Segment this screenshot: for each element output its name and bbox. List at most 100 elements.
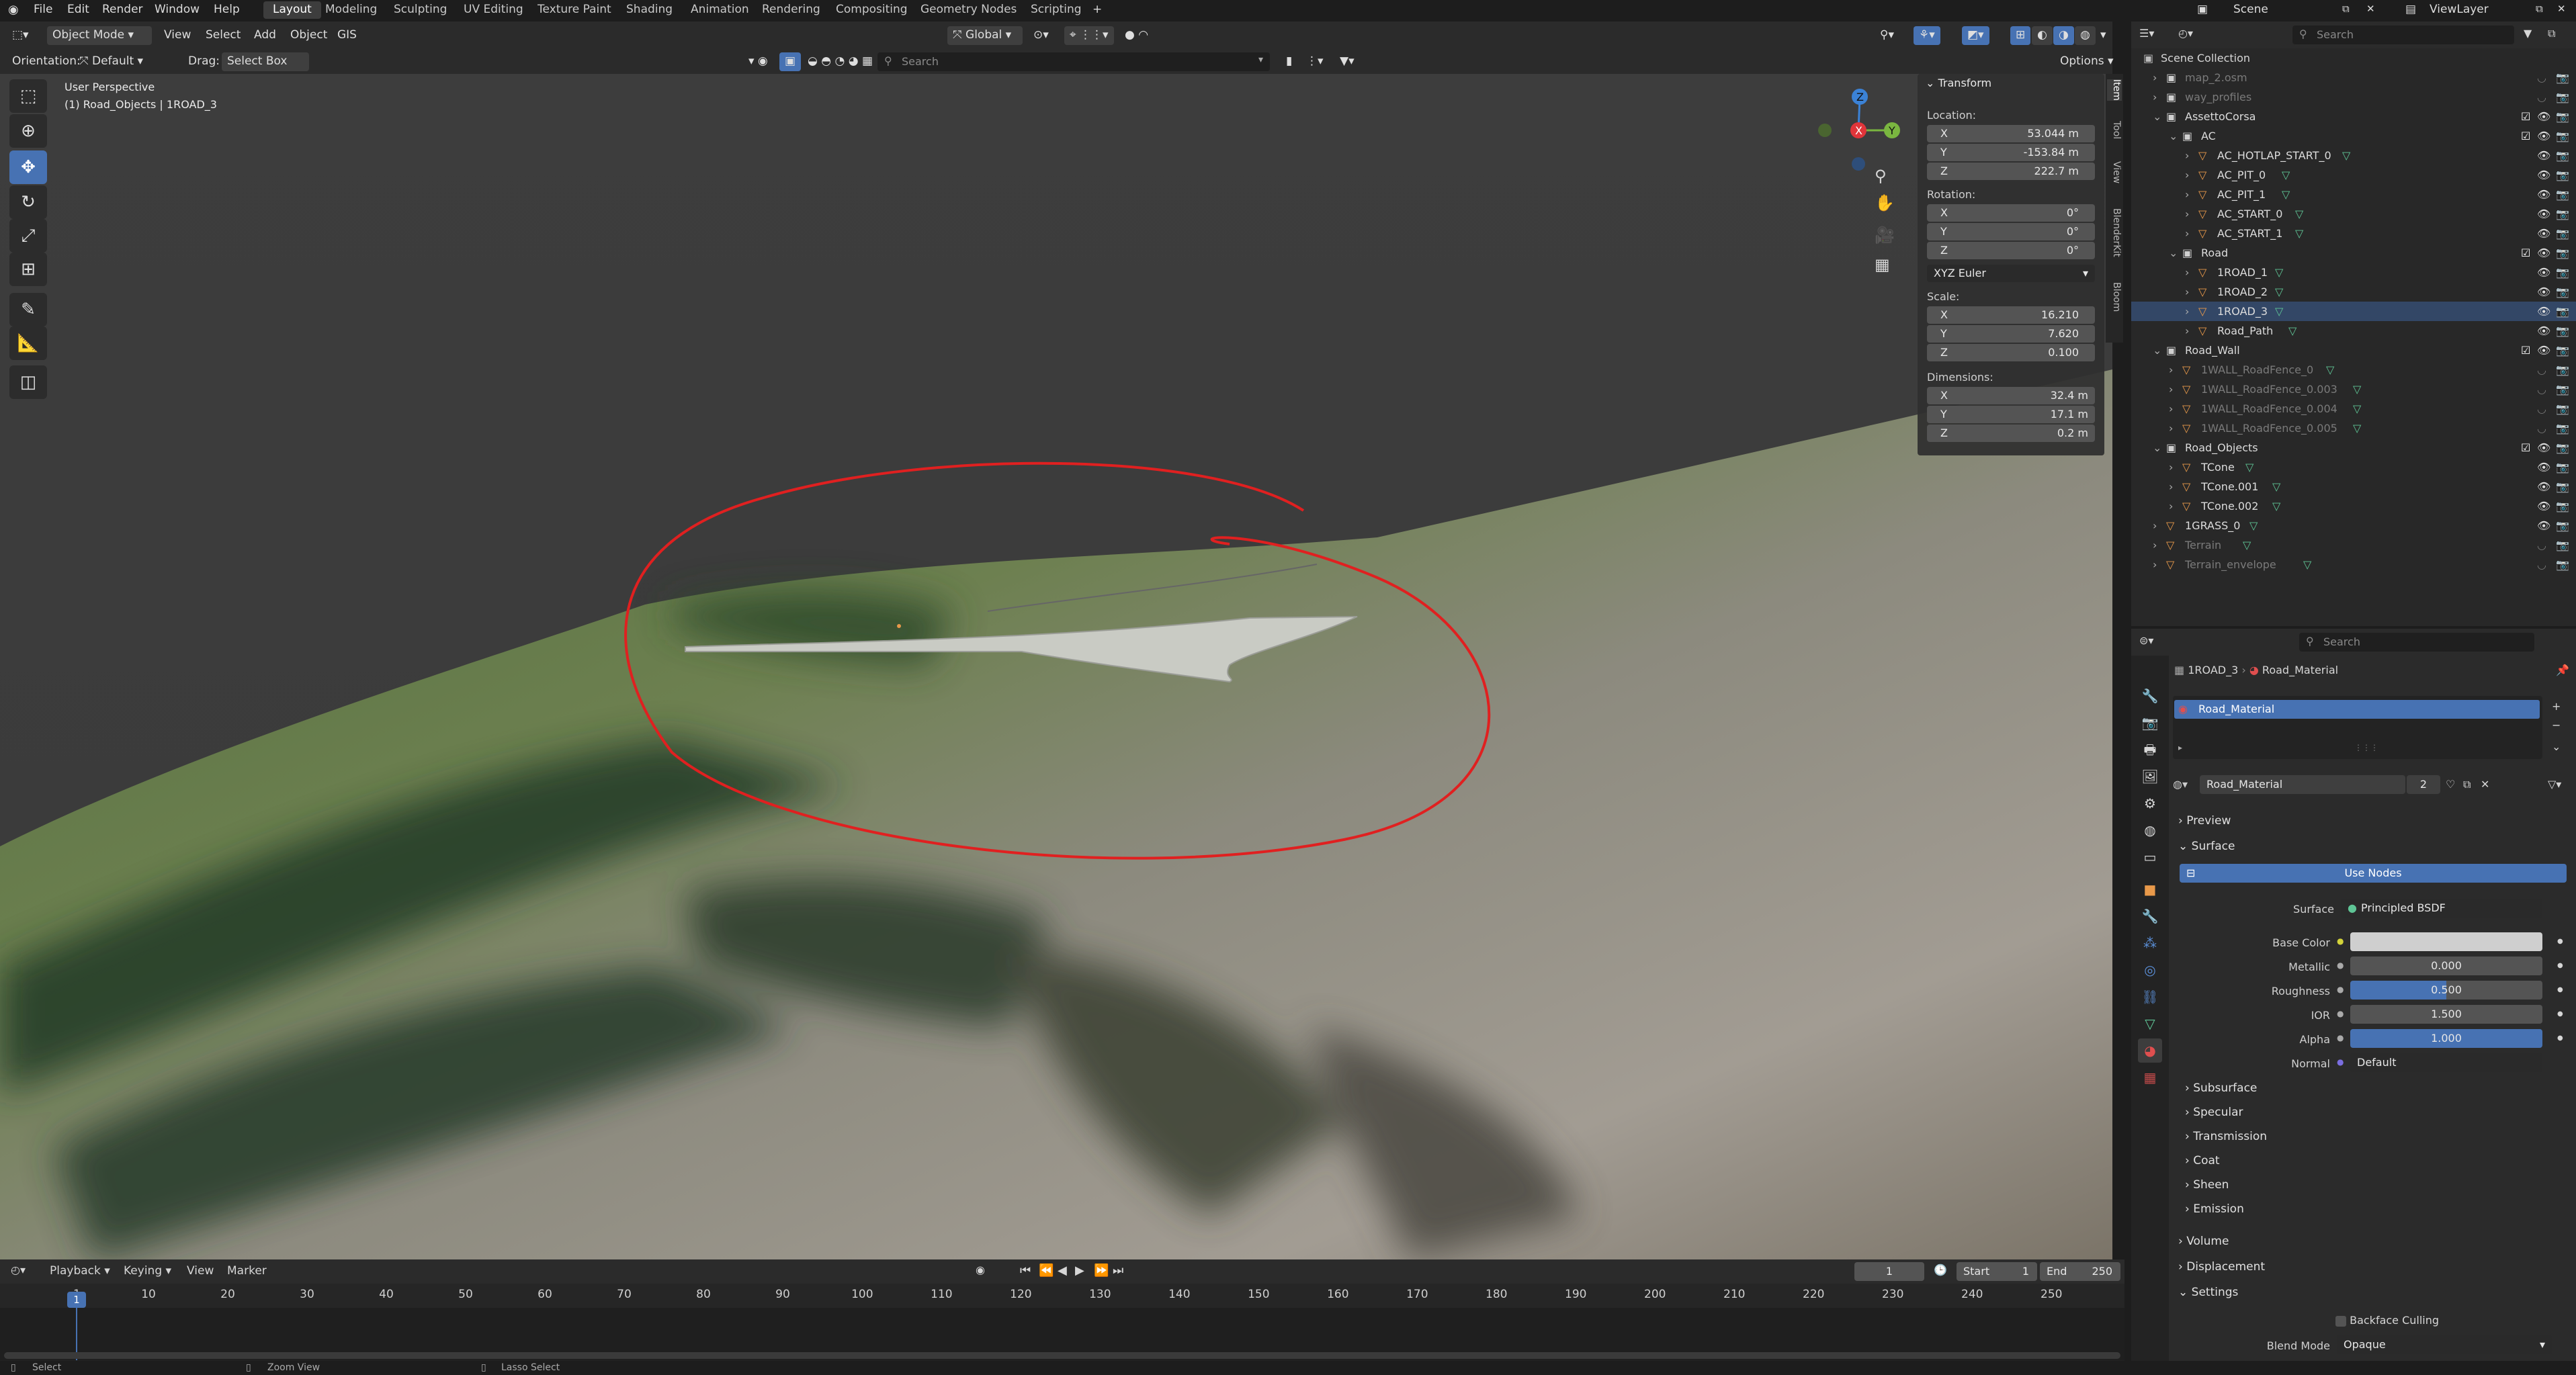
- render-visibility-icon[interactable]: 📷: [2556, 130, 2569, 142]
- outliner-row[interactable]: › ▽ 1ROAD_2 ▽ 👁 📷: [2131, 282, 2576, 302]
- properties-editor-type-icon[interactable]: ⊜▾: [2139, 634, 2153, 647]
- outliner-editor-type-icon[interactable]: ☰▾: [2139, 27, 2154, 40]
- render-visibility-icon[interactable]: 📷: [2556, 558, 2569, 571]
- outliner-row[interactable]: › ▣ map_2.osm ◡ 📷: [2131, 68, 2576, 87]
- workspace-tab-animation[interactable]: Animation: [681, 1, 759, 19]
- expand-toggle-icon[interactable]: ›: [2169, 422, 2173, 435]
- mesh-data-icon[interactable]: ▽: [2303, 558, 2311, 571]
- visibility-eye-icon[interactable]: ◡: [2537, 383, 2546, 396]
- world-properties-tab-icon[interactable]: ◍: [2138, 818, 2162, 842]
- visibility-eye-icon[interactable]: 👁: [2537, 110, 2550, 123]
- filter-object-types-icon[interactable]: ◒ ◓ ◔ ◕ ▦: [802, 52, 878, 71]
- render-visibility-icon[interactable]: 📷: [2556, 344, 2569, 357]
- expand-toggle-icon[interactable]: ›: [2169, 383, 2173, 396]
- snapping-icon[interactable]: ⌖ ⋮⋮▾: [1064, 26, 1114, 45]
- render-visibility-icon[interactable]: 📷: [2556, 208, 2569, 220]
- visibility-eye-icon[interactable]: 👁: [2537, 266, 2550, 279]
- menu-window[interactable]: Window: [155, 3, 200, 16]
- exclude-checkbox-icon[interactable]: ☑: [2521, 130, 2530, 142]
- new-scene-icon[interactable]: ⧉: [2342, 3, 2350, 15]
- mesh-data-icon[interactable]: ▽: [2295, 227, 2303, 240]
- drag-dropdown[interactable]: Select Box: [222, 52, 309, 71]
- expand-toggle-icon[interactable]: ›: [2185, 208, 2189, 220]
- editor-type-icon[interactable]: ⬚▾: [7, 26, 34, 45]
- outliner-row[interactable]: ⌄ ▣ AC ☑ 👁 📷: [2131, 126, 2576, 146]
- outliner-row[interactable]: › ▽ 1WALL_RoadFence_0.003 ▽ ◡ 📷: [2131, 380, 2576, 399]
- sidebar-tab-blenderkit[interactable]: BlenderKit: [2107, 208, 2122, 257]
- exclude-checkbox-icon[interactable]: ☑: [2521, 344, 2530, 357]
- link-mode-icon[interactable]: ▽▾: [2548, 778, 2561, 791]
- material-name-field[interactable]: Road_Material: [2200, 775, 2405, 794]
- workspace-tab-scripting[interactable]: Scripting: [1021, 1, 1091, 19]
- scale-tool-icon[interactable]: ⤢: [9, 219, 47, 253]
- exclude-checkbox-icon[interactable]: ☑: [2521, 247, 2530, 259]
- rotation-z-field[interactable]: Z 0°: [1927, 242, 2095, 259]
- display-mode-icon[interactable]: ◴▾: [2178, 27, 2193, 40]
- render-visibility-icon[interactable]: 📷: [2556, 461, 2569, 474]
- header-menu-object[interactable]: Object: [285, 26, 333, 45]
- keyframe-dot-icon[interactable]: ●: [2557, 938, 2563, 945]
- visibility-eye-icon[interactable]: ◡: [2537, 363, 2546, 376]
- visibility-eye-icon[interactable]: 👁: [2537, 227, 2550, 240]
- visibility-eye-icon[interactable]: 👁: [2537, 285, 2550, 298]
- scene-name[interactable]: Scene: [2233, 3, 2268, 16]
- outliner-row[interactable]: › ▣ way_profiles ◡ 📷: [2131, 87, 2576, 107]
- jump-to-end-icon[interactable]: ⏭: [1113, 1263, 1123, 1278]
- constraint-properties-tab-icon[interactable]: ⛓: [2138, 985, 2162, 1009]
- workspace-tab-layout[interactable]: Layout: [263, 1, 321, 19]
- unlink-material-icon[interactable]: ✕: [2481, 778, 2489, 791]
- header-menu-add[interactable]: Add: [249, 26, 282, 45]
- visibility-eye-icon[interactable]: ◡: [2537, 71, 2546, 84]
- current-frame-field[interactable]: 1: [1854, 1262, 1924, 1281]
- frame-ruler[interactable]: 1102030405060708090100110120130140150160…: [0, 1284, 2124, 1308]
- preview-range-icon[interactable]: 🕒: [1934, 1263, 1947, 1276]
- outliner-row[interactable]: › ▽ AC_PIT_1 ▽ 👁 📷: [2131, 185, 2576, 204]
- mesh-data-icon[interactable]: ▽: [2342, 149, 2350, 162]
- render-visibility-icon[interactable]: 📷: [2556, 324, 2569, 337]
- move-tool-icon[interactable]: ✥: [9, 150, 47, 184]
- solid-shading-icon[interactable]: ◐: [2032, 26, 2053, 45]
- outliner-row[interactable]: › ▽ 1ROAD_3 ▽ 👁 📷: [2131, 302, 2576, 321]
- expand-toggle-icon[interactable]: ›: [2169, 480, 2173, 493]
- expand-toggle-icon[interactable]: ›: [2185, 266, 2189, 279]
- outliner-row[interactable]: › ▽ AC_START_1 ▽ 👁 📷: [2131, 224, 2576, 243]
- output-properties-tab-icon[interactable]: 🖶: [2138, 738, 2162, 762]
- render-visibility-icon[interactable]: 📷: [2556, 91, 2569, 103]
- sidebar-tab-bloom[interactable]: Bloom: [2107, 282, 2122, 312]
- outliner-row[interactable]: › ▽ 1ROAD_1 ▽ 👁 📷: [2131, 263, 2576, 282]
- outliner-row[interactable]: › ▽ Terrain ▽ ◡ 📷: [2131, 535, 2576, 555]
- bookmark-icon[interactable]: ▮: [1281, 52, 1297, 71]
- subsection-subsurface[interactable]: › Subsurface: [2185, 1081, 2257, 1095]
- orientation-dropdown[interactable]: ⤧ Default ▾: [74, 52, 148, 71]
- mesh-data-icon[interactable]: ▽: [2272, 480, 2280, 493]
- physics-properties-tab-icon[interactable]: ◎: [2138, 958, 2162, 982]
- metallic-slider[interactable]: 0.000: [2350, 957, 2542, 975]
- new-view-layer-icon[interactable]: ⧉: [2536, 3, 2543, 15]
- play-icon[interactable]: ▶: [1075, 1263, 1084, 1278]
- material-slot-item[interactable]: ◉ Road_Material: [2174, 700, 2540, 719]
- timeline-scrollbar[interactable]: [4, 1352, 2120, 1359]
- timeline-menu-playback[interactable]: Playback ▾: [50, 1264, 110, 1278]
- expand-toggle-icon[interactable]: ⌄: [2153, 441, 2161, 454]
- mode-dropdown[interactable]: Object Mode ▾: [47, 26, 152, 45]
- mesh-data-icon[interactable]: ▽: [2288, 324, 2296, 337]
- duplicate-material-icon[interactable]: ⧉: [2463, 778, 2471, 791]
- subsection-specular[interactable]: › Specular: [2185, 1106, 2243, 1119]
- modifier-properties-tab-icon[interactable]: 🔧: [2138, 904, 2162, 928]
- timeline-menu-keying[interactable]: Keying ▾: [124, 1264, 171, 1278]
- overlays-toggle-icon[interactable]: ⚘▾: [1914, 26, 1940, 45]
- mesh-data-icon[interactable]: ▽: [2295, 208, 2303, 220]
- data-properties-tab-icon[interactable]: ▽: [2138, 1012, 2162, 1036]
- outliner-row[interactable]: › ▽ 1WALL_RoadFence_0 ▽ ◡ 📷: [2131, 360, 2576, 380]
- workspace-tab-uv-editing[interactable]: UV Editing: [454, 1, 533, 19]
- object-properties-tab-icon[interactable]: ■: [2138, 877, 2162, 901]
- float-socket-icon[interactable]: ●: [2337, 985, 2344, 994]
- material-preview-shading-icon[interactable]: ◑: [2053, 26, 2074, 45]
- ortho-grid-icon[interactable]: ▦: [1875, 255, 1890, 274]
- outliner-row[interactable]: › ▽ TCone.002 ▽ 👁 📷: [2131, 496, 2576, 516]
- render-visibility-icon[interactable]: 📷: [2556, 247, 2569, 259]
- alpha-slider[interactable]: 1.000: [2350, 1029, 2542, 1048]
- menu-file[interactable]: File: [34, 3, 52, 16]
- outliner-row[interactable]: › ▽ TCone.001 ▽ 👁 📷: [2131, 477, 2576, 496]
- visibility-eye-icon[interactable]: ◡: [2537, 539, 2546, 551]
